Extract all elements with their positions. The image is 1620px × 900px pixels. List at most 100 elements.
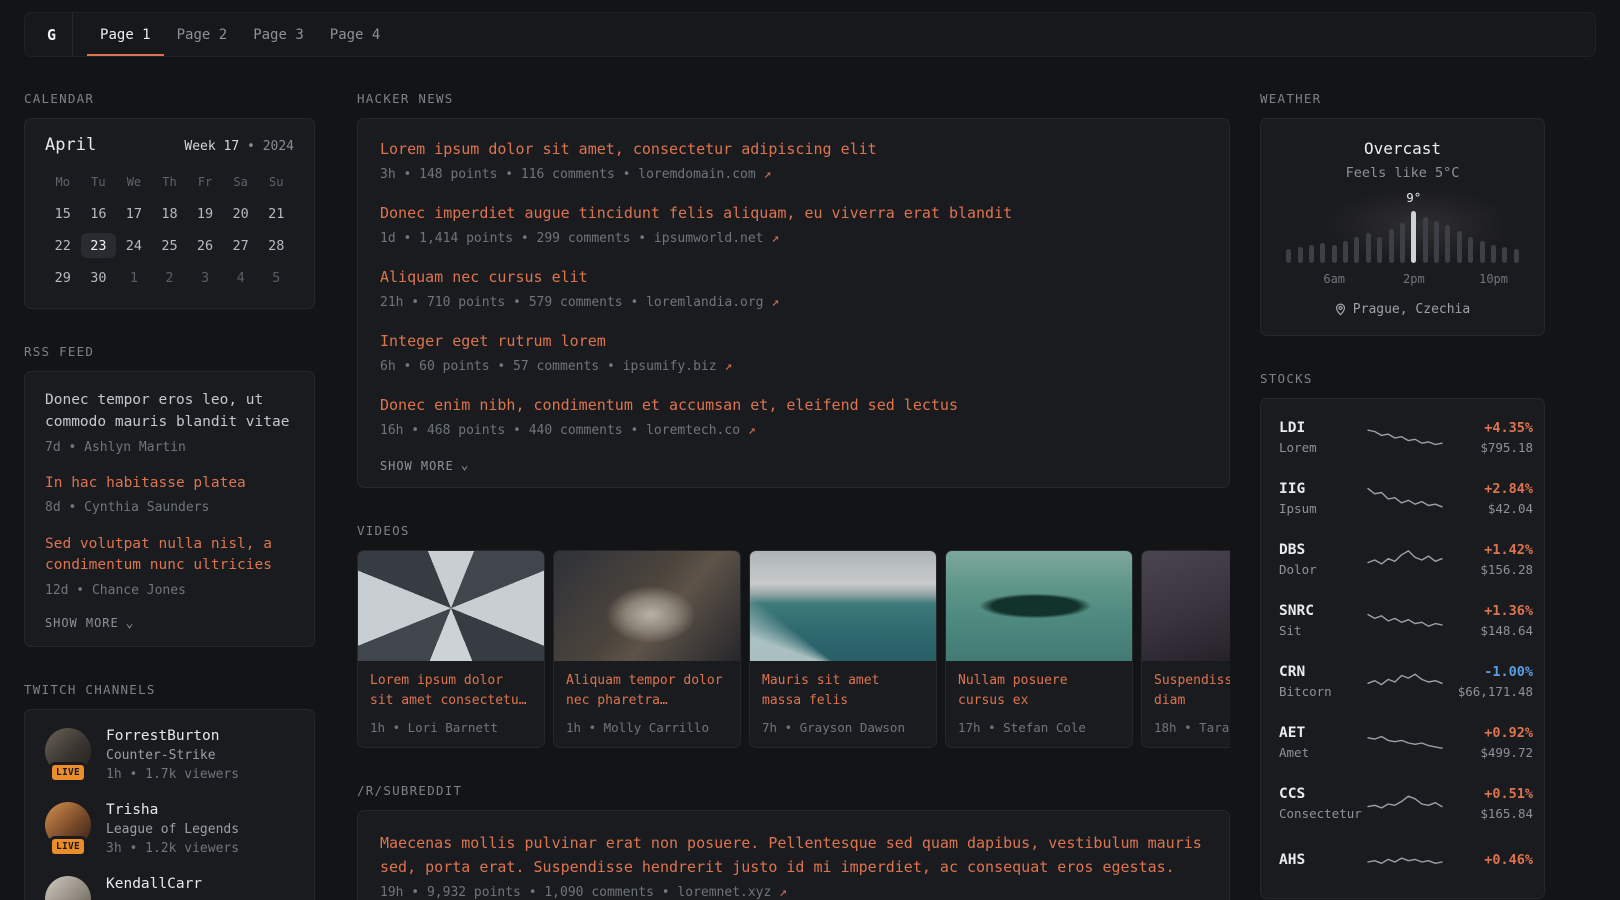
calendar-grid: MoTuWeThFrSaSu15161718192021222324252627… [45,169,294,290]
video-card[interactable]: Lorem ipsum dolor sit amet consectetu… 1… [357,550,545,748]
hn-show-more-button[interactable]: SHOW MORE ⌄ [380,459,1207,473]
stock-name: Consectetur [1279,806,1367,821]
hn-item-link[interactable]: Integer eget rutrum lorem [380,331,1207,353]
rss-item: In hac habitasse platea 8d • Cynthia Sau… [45,473,294,518]
rss-item-meta: 7d • Ashlyn Martin [45,439,294,457]
video-title: Aliquam tempor dolor nec pharetra… [566,671,728,711]
calendar-weekday-header: Fr [187,169,223,194]
subreddit-card: Maecenas mollis pulvinar erat non posuer… [357,810,1230,900]
chevron-down-icon: ⌄ [126,617,135,630]
weather-bar-slot [1476,209,1487,263]
stock-id: SNRC Sit [1279,603,1367,638]
calendar-year: 2024 [263,139,294,154]
rss-item-meta: 12d • Chance Jones [45,582,294,600]
hn-item-meta-text: 1d • 1,414 points • 299 comments • ipsum… [380,231,764,246]
weather-widget: WEATHER Overcast Feels like 5°C 9° 6am2p… [1260,91,1545,336]
hn-item-meta-text: 21h • 710 points • 579 comments • loreml… [380,295,764,310]
hacker-news-section-title: HACKER NEWS [357,91,1230,106]
stock-sparkline [1367,606,1443,636]
calendar-day: 28 [258,233,294,258]
twitch-channel[interactable]: LIVE ForrestBurton Counter-Strike 1h • 1… [45,728,294,782]
calendar-day: 5 [258,265,294,290]
stock-symbol: AET [1279,725,1367,741]
video-card[interactable]: Mauris sit amet massa felis 7h • Grayson… [749,550,937,748]
external-link-icon[interactable]: ↗ [764,167,772,182]
video-row: Lorem ipsum dolor sit amet consectetu… 1… [357,550,1230,748]
weather-bar [1491,245,1496,263]
calendar-day: 19 [187,201,223,226]
stock-price: $148.64 [1443,623,1533,638]
video-card[interactable]: Suspendisse tempor diam 18h • Tara [1141,550,1230,748]
stock-name: Lorem [1279,440,1367,455]
weather-bar [1411,211,1416,263]
location-pin-icon [1335,303,1346,316]
external-link-icon[interactable]: ↗ [748,423,756,438]
reddit-post-link[interactable]: Maecenas mollis pulvinar erat non posuer… [380,831,1207,879]
video-card[interactable]: Aliquam tempor dolor nec pharetra… 1h • … [553,550,741,748]
stock-row: CCS Consectetur +0.51% $165.84 [1279,773,1526,834]
stock-change: +1.36% [1443,603,1533,619]
rss-item-link[interactable]: In hac habitasse platea [45,473,294,495]
video-card-body: Nullam posuere cursus ex 17h • Stefan Co… [946,661,1132,747]
stock-row: AHS +0.46% [1279,834,1526,890]
rss-item-link[interactable]: Donec tempor eros leo, ut commodo mauris… [45,390,294,434]
weather-bar [1320,243,1325,263]
show-more-label: SHOW MORE [380,459,454,473]
weather-time-label: 2pm [1403,272,1425,286]
stock-values: +0.51% $165.84 [1443,786,1533,821]
tab-page-3[interactable]: Page 3 [240,13,317,56]
hn-item-link[interactable]: Donec imperdiet augue tincidunt felis al… [380,203,1207,225]
video-meta: 18h • Tara [1154,720,1230,735]
calendar-widget: CALENDAR April Week 17 • 2024 MoTuWeThFr… [24,91,315,309]
stock-values: +1.36% $148.64 [1443,603,1533,638]
weather-bar [1298,247,1303,263]
video-title: Lorem ipsum dolor sit amet consectetu… [370,671,532,711]
video-title: Suspendisse tempor diam [1154,671,1230,711]
dashboard-page: G Page 1 Page 2 Page 3 Page 4 CALENDAR A… [0,0,1620,900]
rss-show-more-button[interactable]: SHOW MORE ⌄ [45,616,294,630]
stock-id: AET Amet [1279,725,1367,760]
hacker-news-widget: HACKER NEWS Lorem ipsum dolor sit amet, … [357,91,1230,488]
twitch-channel[interactable]: KendallCarr [45,876,294,900]
external-link-icon[interactable]: ↗ [779,885,787,900]
stock-id: IIG Ipsum [1279,481,1367,516]
calendar-weekday-header: Tu [81,169,117,194]
rss-item-link[interactable]: Sed volutpat nulla nisl, a condimentum n… [45,534,294,578]
video-meta: 7h • Grayson Dawson [762,720,924,735]
tab-page-2[interactable]: Page 2 [164,13,241,56]
weather-bar [1480,241,1485,263]
twitch-channel[interactable]: LIVE Trisha League of Legends 3h • 1.2k … [45,802,294,856]
rss-section-title: RSS FEED [24,344,315,359]
hn-item-link[interactable]: Aliquam nec cursus elit [380,267,1207,289]
weather-bar-slot [1420,209,1431,263]
rss-card: Donec tempor eros leo, ut commodo mauris… [24,371,315,647]
hn-item-link[interactable]: Donec enim nibh, condimentum et accumsan… [380,395,1207,417]
external-link-icon[interactable]: ↗ [771,295,779,310]
calendar-month: April [45,135,96,155]
twitch-channel-meta: 1h • 1.7k viewers [106,767,239,782]
video-thumbnail [1142,551,1230,661]
calendar-weekday-header: Sa [223,169,259,194]
app-logo[interactable]: G [43,13,72,56]
hn-item-link[interactable]: Lorem ipsum dolor sit amet, consectetur … [380,139,1207,161]
stock-name: Amet [1279,745,1367,760]
avatar: LIVE [45,802,91,848]
video-card[interactable]: Nullam posuere cursus ex 17h • Stefan Co… [945,550,1133,748]
weather-bar-slot [1454,209,1465,263]
stock-symbol: CCS [1279,786,1367,802]
calendar-section-title: CALENDAR [24,91,315,106]
stock-price: $165.84 [1443,806,1533,821]
calendar-day: 20 [223,201,259,226]
weather-peak-temp-label: 9° [1406,190,1421,205]
external-link-icon[interactable]: ↗ [771,231,779,246]
stock-symbol: AHS [1279,852,1367,868]
stock-row: CRN Bitcorn -1.00% $66,171.48 [1279,651,1526,712]
weather-bar [1457,231,1462,263]
tab-page-1[interactable]: Page 1 [87,13,164,56]
calendar-weekday-header: Th [152,169,188,194]
external-link-icon[interactable]: ↗ [724,359,732,374]
weather-bar-slot [1329,209,1340,263]
stock-change: +0.46% [1443,852,1533,868]
tab-page-4[interactable]: Page 4 [317,13,394,56]
twitch-widget: TWITCH CHANNELS LIVE ForrestBurton Count… [24,682,315,900]
